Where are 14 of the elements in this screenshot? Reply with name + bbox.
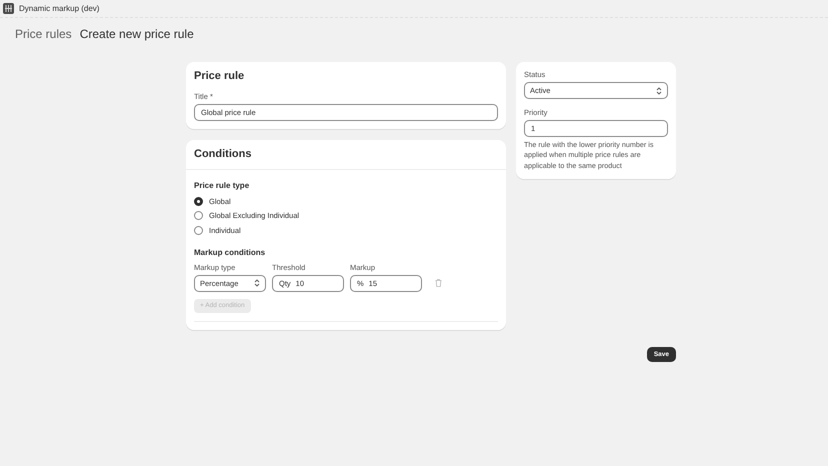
section-heading: Markup conditions — [194, 248, 266, 256]
section-heading: Price rule type — [194, 181, 250, 190]
chevron-icon — [254, 279, 260, 287]
radio-selected-icon[interactable] — [194, 196, 203, 206]
card-heading: Price rule — [194, 70, 246, 82]
radio-icon[interactable] — [194, 211, 203, 220]
breadcrumb-link[interactable]: Price rules — [15, 27, 72, 41]
page-title: Create new price rule — [80, 27, 194, 41]
app-title: Dynamic markup (dev) — [19, 4, 100, 13]
trash-icon[interactable] — [434, 279, 442, 287]
radio-icon[interactable] — [194, 226, 203, 235]
app-logo-icon — [3, 3, 14, 14]
chevron-icon — [656, 86, 662, 94]
card-heading: Conditions — [194, 148, 252, 160]
